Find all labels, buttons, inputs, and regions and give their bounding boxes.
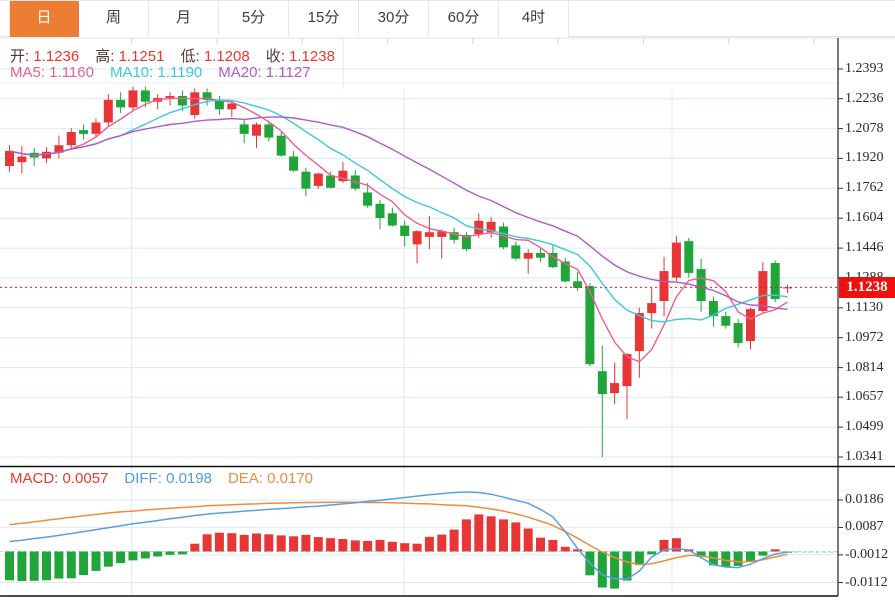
ohlc-row: 开: 1.1236 高: 1.1251 低: 1.1208 收: 1.1238 [10, 45, 351, 65]
kline-chart-app: 日周月 5分 15分 30分 60分 4时 开: 1.1236 高: 1.1251 低: 1.… [0, 0, 895, 603]
dea-value: DEA: 0.0170 [227, 470, 314, 487]
price-axis-label: 1.0972 [845, 329, 884, 345]
macd-axis-label: 0.0087 [845, 519, 884, 535]
ohlc-high: 高: 1.1251 [95, 48, 165, 65]
price-axis-label: 1.1130 [845, 299, 883, 315]
candlestick-series [5, 86, 792, 457]
price-axis-label: 1.1920 [845, 150, 884, 166]
ohlc-close: 收: 1.1238 [265, 48, 335, 65]
macd-legend-row: MACD: 0.0057 DIFF: 0.0198 DEA: 0.0170 [10, 470, 329, 488]
macd-axis-label: -0.0012 [845, 546, 889, 562]
price-axis-label: 1.2078 [845, 120, 884, 136]
price-axis-label: 1.1446 [845, 240, 884, 256]
ma20-line [9, 116, 788, 311]
ohlc-open: 开: 1.1236 [10, 48, 80, 65]
current-price-badge: 1.1238 [839, 276, 895, 298]
price-axis-label: 1.2236 [845, 90, 884, 106]
price-axis-label: 1.0657 [845, 389, 884, 405]
diff-line [9, 491, 788, 580]
price-axis-label: 1.0499 [845, 419, 884, 435]
chart-canvas[interactable] [0, 1, 895, 603]
ma5-line [9, 97, 788, 363]
ma-legend-row: MA5: 1.1160 MA10: 1.1190 MA20: 1.1127 [10, 64, 327, 84]
ma10-legend: MA10: 1.1190 [109, 64, 203, 81]
price-axis-label: 1.2393 [845, 61, 884, 76]
price-axis-label: 1.1762 [845, 180, 884, 196]
ohlc-low: 低: 1.1208 [180, 48, 250, 65]
ma20-legend: MA20: 1.1127 [218, 64, 311, 81]
price-axis-label: 1.0814 [845, 359, 884, 375]
price-axis-label: 1.0341 [845, 449, 884, 464]
ma5-legend: MA5: 1.1160 [10, 64, 94, 81]
diff-value: DIFF: 0.0198 [124, 470, 212, 487]
macd-axis-label: -0.0112 [845, 574, 888, 590]
macd-axis-label: 0.0186 [845, 492, 884, 507]
macd-value: MACD: 0.0057 [10, 470, 109, 487]
price-axis-label: 1.1604 [845, 210, 884, 226]
